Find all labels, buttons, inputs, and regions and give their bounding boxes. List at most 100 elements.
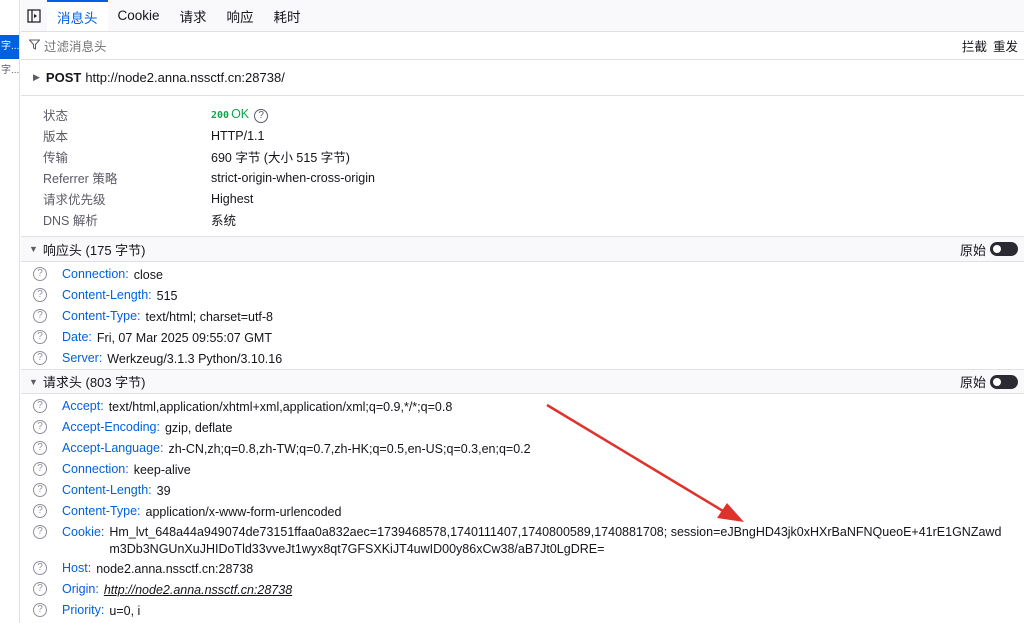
header-value: 39 bbox=[156, 484, 171, 498]
header-row[interactable]: ? Content-Length: 39 bbox=[21, 480, 1024, 501]
request-method: POST bbox=[45, 70, 82, 85]
question-mark-icon[interactable]: ? bbox=[33, 483, 47, 497]
question-mark-icon[interactable]: ? bbox=[33, 525, 47, 539]
response-headers-title: 响应头 (175 字节) bbox=[42, 242, 146, 258]
question-mark-icon[interactable]: ? bbox=[33, 267, 47, 281]
tab-timings[interactable]: 耗时 bbox=[264, 0, 311, 31]
question-mark-icon[interactable]: ? bbox=[33, 288, 47, 302]
block-button[interactable]: 拦截 bbox=[962, 36, 987, 55]
header-name: Date: bbox=[62, 330, 92, 344]
filter-bar: 过滤消息头 拦截 重发 bbox=[21, 32, 1024, 60]
header-name: Host: bbox=[62, 561, 92, 575]
triangle-icon: ▼ bbox=[29, 244, 38, 254]
status-text: OK bbox=[231, 106, 250, 121]
resend-button[interactable]: 重发 bbox=[993, 36, 1018, 55]
version-value: HTTP/1.1 bbox=[211, 128, 265, 143]
header-row[interactable]: ? Accept-Encoding: gzip, deflate bbox=[21, 417, 1024, 438]
header-value: zh-CN,zh;q=0.8,zh-TW;q=0.7,zh-HK;q=0.5,e… bbox=[168, 442, 531, 456]
tab-headers[interactable]: 消息头 bbox=[47, 0, 108, 31]
header-row[interactable]: ? Host: node2.anna.nssctf.cn:28738 bbox=[21, 558, 1024, 579]
request-list-item[interactable]: 字... bbox=[0, 35, 19, 59]
triangle-icon: ▼ bbox=[29, 376, 38, 387]
dns-value: 系统 bbox=[211, 214, 237, 228]
question-mark-icon[interactable]: ? bbox=[254, 108, 269, 123]
header-name: Accept: bbox=[62, 399, 104, 413]
version-label: 版本 bbox=[43, 130, 69, 144]
header-name: Priority: bbox=[62, 603, 105, 617]
header-value: node2.anna.nssctf.cn:28738 bbox=[96, 562, 254, 576]
header-row[interactable]: ? Content-Type: application/x-www-form-url… bbox=[21, 501, 1024, 522]
tab-bar: 消息头 Cookie 请求 响应 耗时 bbox=[21, 0, 1024, 32]
question-mark-icon[interactable]: ? bbox=[33, 441, 47, 455]
header-name: Content-Type: bbox=[62, 504, 141, 518]
raw-toggle-label: 原始 bbox=[959, 375, 986, 390]
raw-toggle[interactable] bbox=[990, 242, 1018, 256]
triangle-icon: ▶ bbox=[33, 72, 40, 82]
question-mark-icon[interactable]: ? bbox=[33, 399, 47, 413]
header-row[interactable]: ? Accept-Language: zh-CN,zh;q=0.8,zh-TW;q=… bbox=[21, 438, 1024, 459]
header-value: u=0, i bbox=[109, 604, 141, 618]
response-headers-section[interactable]: ▼ 响应头 (175 字节) 原始 bbox=[21, 237, 1024, 262]
header-row[interactable]: ? Connection: keep-alive bbox=[21, 459, 1024, 480]
header-value: gzip, deflate bbox=[164, 421, 233, 435]
header-value: Werkzeug/3.1.3 Python/3.10.16 bbox=[107, 352, 283, 366]
header-row[interactable]: ? Content-Type: text/html; charset=utf-8 bbox=[21, 306, 1024, 327]
header-name: Content-Length: bbox=[62, 288, 152, 302]
header-value: text/html; charset=utf-8 bbox=[145, 310, 273, 324]
question-mark-icon[interactable]: ? bbox=[33, 582, 47, 596]
tab-cookie[interactable]: Cookie bbox=[108, 0, 170, 31]
request-summary: 状态 200 OK? 版本 HTTP/1.1 传输 690 字节 (大小 515 字节)… bbox=[21, 96, 1024, 237]
transfer-value: 690 字节 (大小 515 字节) bbox=[211, 151, 350, 165]
header-row[interactable]: ? Server: Werkzeug/3.1.3 Python/3.10.16 bbox=[21, 348, 1024, 369]
header-name: Connection: bbox=[62, 267, 129, 281]
header-name: Accept-Encoding: bbox=[62, 420, 160, 434]
headers-panel: 消息头 Cookie 请求 响应 耗时 过滤消息头 拦截 重发 ▶ POST h… bbox=[21, 0, 1024, 623]
question-mark-icon[interactable]: ? bbox=[33, 603, 47, 617]
question-mark-icon[interactable]: ? bbox=[33, 420, 47, 434]
request-headers-list: ? Accept: text/html,application/xhtml+xml,… bbox=[21, 394, 1024, 621]
header-name: Content-Type: bbox=[62, 309, 141, 323]
header-row[interactable]: ? Cookie: Hm_lvt_648a44a949074de73151ffaa0… bbox=[21, 522, 1024, 558]
request-url: http://node2.anna.nssctf.cn:28738/ bbox=[85, 70, 285, 85]
referrer-label: Referrer 策略 bbox=[43, 172, 118, 186]
sidebar-toggle-icon[interactable] bbox=[21, 0, 47, 31]
status-code: 200 bbox=[211, 109, 230, 121]
dns-label: DNS 解析 bbox=[43, 214, 98, 228]
request-headers-section[interactable]: ▼ 请求头 (803 字节) 原始 bbox=[21, 369, 1024, 394]
header-row[interactable]: ? Priority: u=0, i bbox=[21, 600, 1024, 621]
request-headers-title: 请求头 (803 字节) bbox=[42, 375, 146, 390]
request-list-strip: 字... 字... bbox=[0, 0, 20, 623]
filter-headers-input[interactable]: 过滤消息头 bbox=[44, 36, 107, 55]
header-value: application/x-www-form-urlencoded bbox=[145, 505, 342, 519]
filter-icon bbox=[28, 39, 41, 53]
header-name: Accept-Language: bbox=[62, 441, 164, 455]
header-row[interactable]: ? Date: Fri, 07 Mar 2025 09:55:07 GMT bbox=[21, 327, 1024, 348]
tab-request[interactable]: 请求 bbox=[170, 0, 217, 31]
header-value: 515 bbox=[156, 289, 178, 303]
referrer-value: strict-origin-when-cross-origin bbox=[211, 170, 375, 185]
priority-label: 请求优先级 bbox=[43, 193, 106, 207]
question-mark-icon[interactable]: ? bbox=[33, 330, 47, 344]
header-row[interactable]: ? Content-Length: 515 bbox=[21, 285, 1024, 306]
header-name: Origin: bbox=[62, 582, 99, 596]
header-value: Fri, 07 Mar 2025 09:55:07 GMT bbox=[96, 331, 272, 345]
header-value: keep-alive bbox=[133, 463, 191, 477]
question-mark-icon[interactable]: ? bbox=[33, 561, 47, 575]
question-mark-icon[interactable]: ? bbox=[33, 351, 47, 365]
raw-toggle[interactable] bbox=[990, 374, 1018, 389]
request-summary-title[interactable]: ▶ POST http://node2.anna.nssctf.cn:28738… bbox=[21, 60, 1024, 96]
tab-response[interactable]: 响应 bbox=[217, 0, 264, 31]
header-row[interactable]: ? Accept: text/html,application/xhtml+xml,… bbox=[21, 396, 1024, 417]
question-mark-icon[interactable]: ? bbox=[33, 462, 47, 476]
header-row[interactable]: ? Connection: close bbox=[21, 264, 1024, 285]
raw-toggle-label: 原始 bbox=[959, 242, 986, 258]
header-row[interactable]: ? Origin: http://node2.anna.nssctf.cn:2873… bbox=[21, 579, 1024, 600]
priority-value: Highest bbox=[211, 191, 254, 206]
header-name: Cookie: bbox=[62, 525, 105, 539]
response-headers-list: ? Connection: close? Content-Length: 515? Con… bbox=[21, 262, 1024, 369]
question-mark-icon[interactable]: ? bbox=[33, 309, 47, 323]
question-mark-icon[interactable]: ? bbox=[33, 504, 47, 518]
header-name: Connection: bbox=[62, 462, 129, 476]
header-value[interactable]: http://node2.anna.nssctf.cn:28738 bbox=[104, 582, 292, 599]
request-list-item[interactable]: 字... bbox=[0, 59, 19, 83]
